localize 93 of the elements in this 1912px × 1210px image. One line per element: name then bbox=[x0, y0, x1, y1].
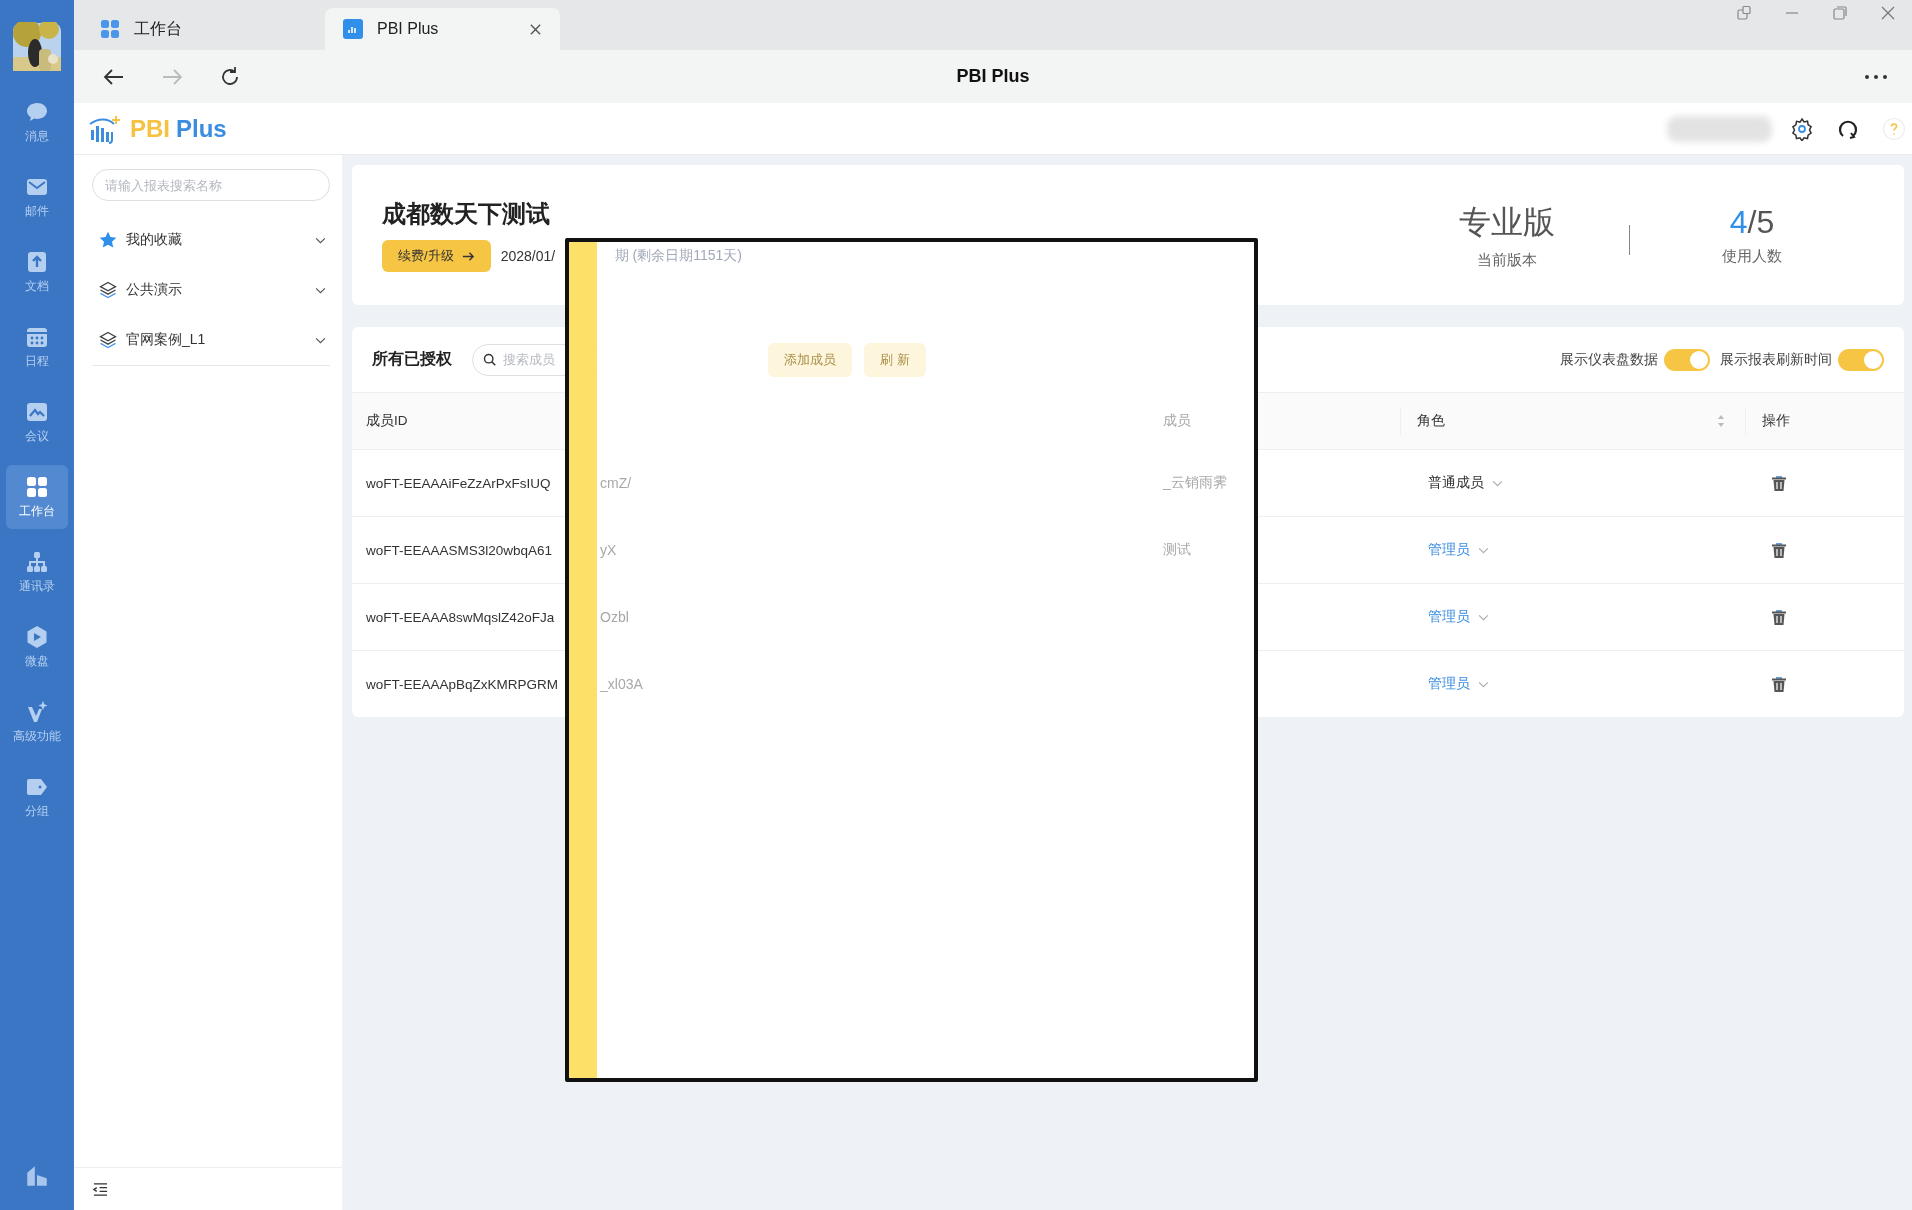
column-header: 成员ID bbox=[365, 412, 409, 430]
member-id-cell-text: woFT-EEAAApBqZxKMRPGRM bbox=[365, 675, 560, 694]
grid-icon bbox=[100, 19, 120, 39]
sparkle-icon bbox=[25, 699, 49, 724]
organization-name: 成都数天下测试 bbox=[382, 199, 551, 229]
rail-label: 高级功能 bbox=[13, 727, 61, 745]
chevron-down-icon bbox=[1478, 613, 1489, 621]
rail-item[interactable]: 分组 bbox=[6, 765, 68, 829]
trash-icon[interactable] bbox=[1771, 608, 1787, 626]
rail-item[interactable]: 微盘 bbox=[6, 615, 68, 679]
rail-label: 消息 bbox=[25, 127, 49, 145]
chevron-down-icon bbox=[1478, 546, 1489, 554]
stat-value: 专业版 bbox=[1458, 202, 1556, 242]
add-member-button[interactable]: 添加成员 bbox=[768, 342, 852, 377]
member-name-cell: 测试 bbox=[1163, 541, 1191, 559]
trash-icon[interactable] bbox=[1771, 474, 1787, 492]
member-name-cell: _云销雨霁 bbox=[1163, 474, 1227, 492]
member-id-cell: yX bbox=[600, 542, 617, 558]
stat-label: 使用人数 bbox=[1721, 247, 1783, 266]
tab-label: PBI Plus bbox=[377, 20, 440, 38]
column-header: 成员 bbox=[1163, 412, 1191, 430]
logo-icon bbox=[88, 113, 122, 144]
logo-text: PBI bbox=[130, 114, 170, 143]
rail-item[interactable]: 工作台 bbox=[6, 465, 68, 529]
rail-item[interactable]: 会议 bbox=[6, 390, 68, 454]
document-icon bbox=[25, 249, 49, 274]
layers-icon bbox=[98, 330, 118, 350]
rail-label: 通讯录 bbox=[19, 577, 55, 595]
report-search-field[interactable]: 请输入报表搜索名称 bbox=[92, 169, 330, 201]
settings-icon[interactable] bbox=[1790, 116, 1814, 141]
chevron-down-icon bbox=[1492, 479, 1503, 487]
sidebar-item[interactable]: 官网案例_L1 bbox=[92, 315, 330, 365]
layers-icon bbox=[98, 280, 118, 300]
more-icon[interactable] bbox=[1864, 73, 1888, 80]
toggle-label: 展示报表刷新时间 bbox=[1720, 350, 1832, 369]
rail-label: 工作台 bbox=[19, 502, 55, 520]
member-id-cell: _xl03A bbox=[600, 676, 643, 692]
rail-label: 会议 bbox=[25, 427, 49, 445]
search-icon bbox=[483, 352, 497, 367]
refresh-button[interactable]: 刷 新 bbox=[864, 342, 926, 377]
member-id-cell: Ozbl bbox=[600, 609, 629, 625]
pop-out-icon[interactable] bbox=[1736, 5, 1752, 21]
close-icon[interactable] bbox=[529, 22, 542, 36]
rail-label: 微盘 bbox=[25, 652, 49, 670]
column-header: 操作 bbox=[1745, 407, 1904, 435]
role-dropdown[interactable]: 管理员 bbox=[1428, 675, 1489, 693]
expiry-note: 期 (剩余日期1151天) bbox=[614, 247, 742, 265]
member-id-cell: cmZ/ bbox=[600, 475, 632, 491]
role-dropdown[interactable]: 管理员 bbox=[1428, 541, 1489, 559]
browser-tab[interactable]: 工作台 bbox=[82, 8, 317, 50]
star-icon bbox=[98, 230, 118, 250]
stat-value: 4/5 bbox=[1728, 204, 1776, 241]
rail-label: 分组 bbox=[25, 802, 49, 820]
rail-item[interactable]: 日程 bbox=[6, 315, 68, 379]
chevron-down-icon bbox=[315, 336, 326, 344]
rail-item[interactable]: 通讯录 bbox=[6, 540, 68, 604]
trash-icon[interactable] bbox=[1771, 541, 1787, 559]
collapse-menu-icon[interactable] bbox=[92, 1181, 109, 1197]
logo-text: Plus bbox=[176, 114, 227, 143]
rail-item[interactable]: 消息 bbox=[6, 90, 68, 154]
grid-icon bbox=[25, 474, 49, 499]
toggle-label: 展示仪表盘数据 bbox=[1560, 350, 1658, 369]
column-header: 角色 bbox=[1417, 412, 1445, 430]
rail-label: 文档 bbox=[25, 277, 49, 295]
drive-icon bbox=[25, 624, 49, 649]
rail-item[interactable]: 邮件 bbox=[6, 165, 68, 229]
expiry-date: 2028/01/ bbox=[500, 248, 557, 264]
renew-upgrade-button[interactable]: 续费/升级 bbox=[382, 240, 491, 272]
page-title: PBI Plus bbox=[956, 66, 1030, 87]
role-dropdown[interactable]: 管理员 bbox=[1428, 608, 1489, 626]
tab-label: 工作台 bbox=[134, 18, 183, 39]
member-id-cell-text: woFT-EEAAA8swMqslZ42oFJa bbox=[365, 608, 556, 627]
app-icon bbox=[343, 19, 363, 39]
browser-tab[interactable]: PBI Plus bbox=[325, 8, 560, 50]
chevron-down-icon bbox=[1478, 680, 1489, 688]
chevron-down-icon bbox=[315, 286, 326, 294]
trash-icon[interactable] bbox=[1771, 675, 1787, 693]
toggle-switch[interactable] bbox=[1838, 348, 1884, 371]
sidebar-item[interactable]: 公共演示 bbox=[92, 265, 330, 315]
rail-label: 日程 bbox=[25, 352, 49, 370]
toggle-switch[interactable] bbox=[1664, 348, 1710, 371]
rail-item[interactable]: 高级功能 bbox=[6, 690, 68, 754]
chevron-down-icon bbox=[315, 236, 326, 244]
rail-label: 邮件 bbox=[25, 202, 49, 220]
sidebar-item[interactable]: 我的收藏 bbox=[92, 215, 330, 265]
stat-label: 当前版本 bbox=[1476, 250, 1538, 270]
member-id-cell-text: woFT-EEAAAiFeZzArPxFsIUQ bbox=[365, 474, 552, 493]
org-chart-icon bbox=[25, 549, 49, 574]
member-id-cell-text: woFT-EEAAASMS3l20wbqA61 bbox=[365, 541, 554, 560]
close-icon[interactable] bbox=[1880, 5, 1896, 21]
section-title: 所有已授权 bbox=[372, 349, 452, 369]
role-dropdown[interactable]: 普通成员 bbox=[1428, 474, 1503, 492]
rail-item[interactable]: 文档 bbox=[6, 240, 68, 304]
